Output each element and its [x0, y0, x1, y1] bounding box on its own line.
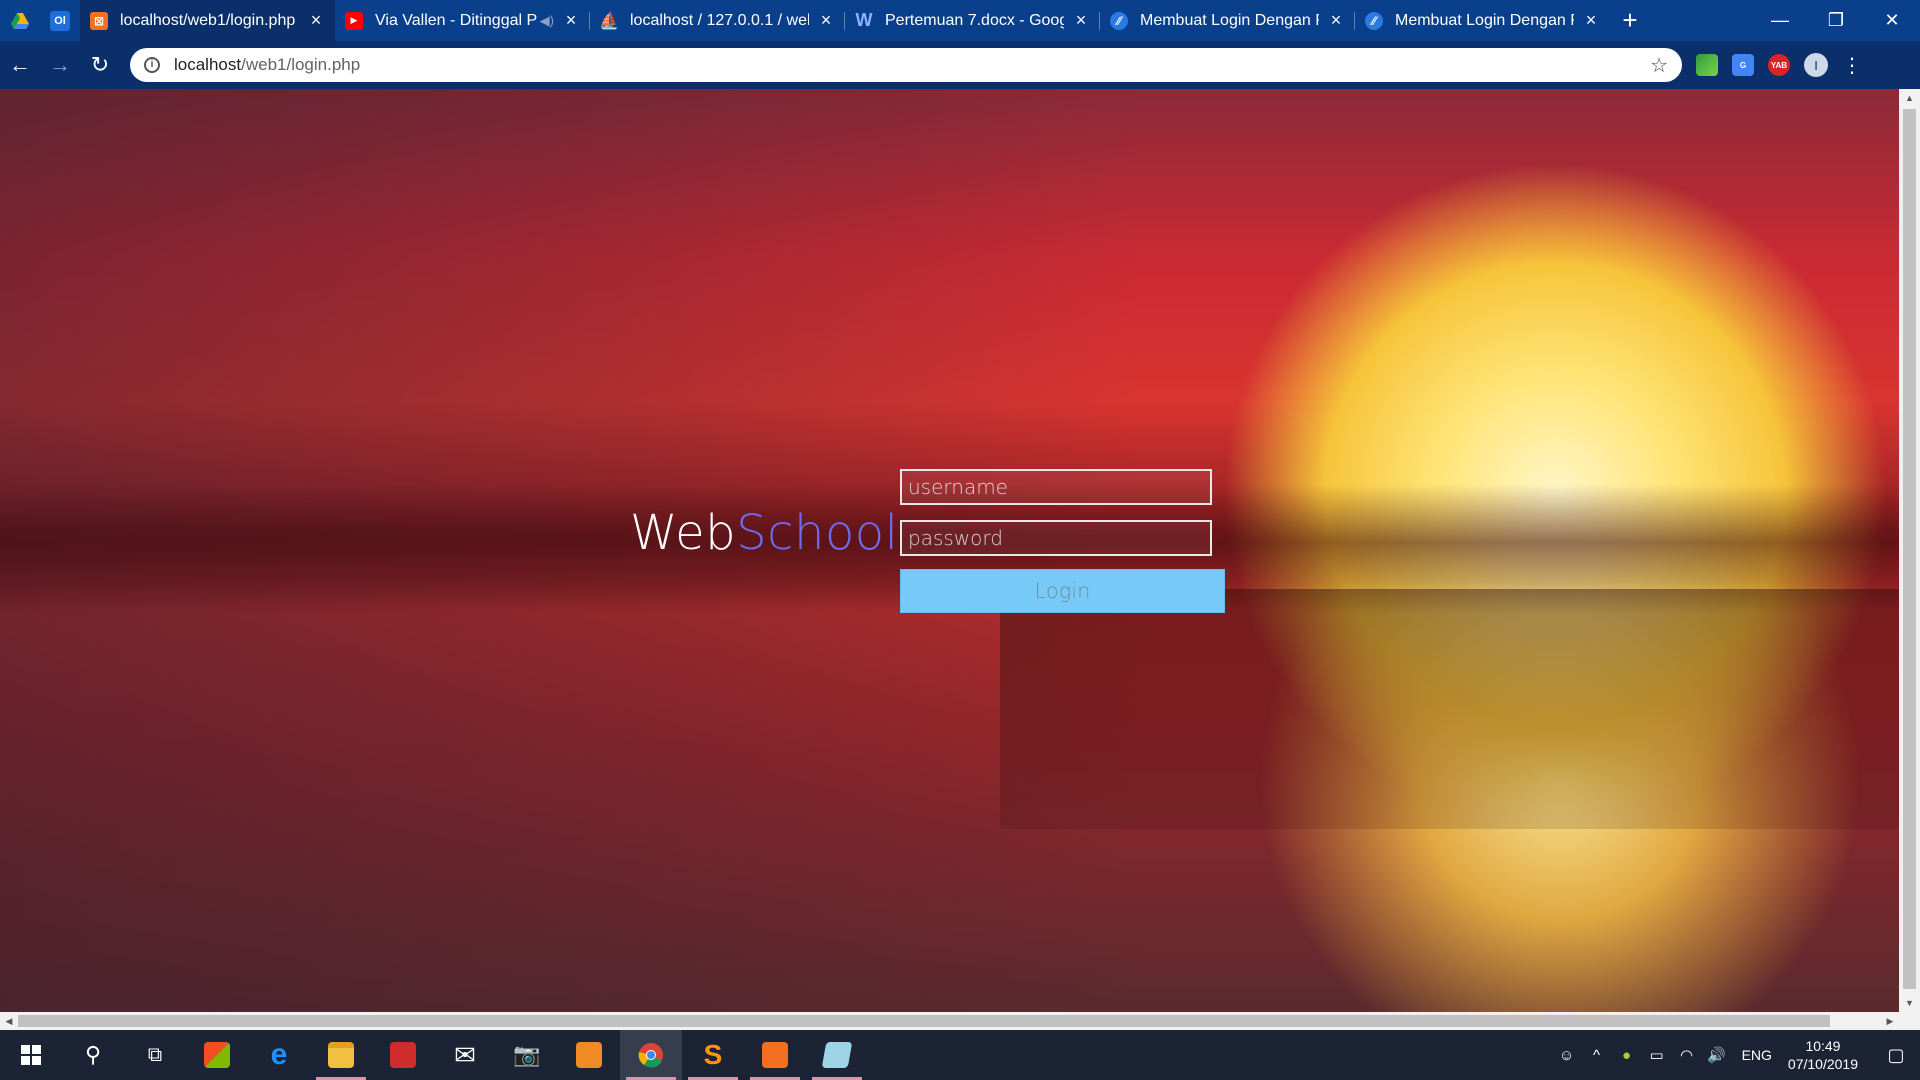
notepad-icon[interactable]: [806, 1030, 868, 1080]
restore-icon[interactable]: ❐: [1808, 0, 1864, 41]
vertical-scroll-thumb[interactable]: [1903, 109, 1916, 989]
clock-date: 07/10/2019: [1787, 1056, 1858, 1072]
vertical-scrollbar[interactable]: ▲ ▼: [1899, 89, 1920, 1012]
store-icon[interactable]: [186, 1030, 248, 1080]
horizontal-scroll-thumb[interactable]: [18, 1015, 1830, 1027]
system-tray: ☺ ^ ● ▭ ◠ 🔊 ENG 10:49 07/10/2019 ▢: [1552, 1030, 1920, 1080]
volume-icon[interactable]: 🔊: [1702, 1046, 1732, 1064]
tab-title: localhost/web1/login.php: [120, 11, 296, 29]
url-host: localhost: [174, 55, 242, 74]
tab-title: Pertemuan 7.docx - Googl: [885, 11, 1064, 29]
background-reflection: [1000, 589, 1899, 829]
address-url[interactable]: localhost/web1/login.php: [174, 55, 1650, 75]
media-player-icon[interactable]: [558, 1030, 620, 1080]
start-icon[interactable]: [0, 1030, 62, 1080]
tab-title: Via Vallen - Ditinggal P: [375, 11, 538, 29]
youtube-favicon-icon: ▶: [345, 11, 363, 30]
address-bar[interactable]: i localhost/web1/login.php ☆: [130, 48, 1682, 82]
windows-taskbar: ⚲ ⧉ e ✉ 📷 S ☺ ^ ● ▭ ◠ 🔊 ENG 10:49 07/10/…: [0, 1030, 1920, 1080]
file-explorer-icon[interactable]: [310, 1030, 372, 1080]
horizontal-scrollbar[interactable]: ◀ ▶: [0, 1012, 1899, 1030]
xampp-icon[interactable]: [744, 1030, 806, 1080]
people-icon[interactable]: ☺: [1552, 1047, 1582, 1064]
tab-title: localhost / 127.0.0.1 / web: [630, 11, 809, 29]
tab-login[interactable]: ⊠ localhost/web1/login.php ×: [80, 0, 335, 41]
browser-toolbar: ← → ↻ i localhost/web1/login.php ☆ G YAB…: [0, 41, 1920, 89]
clock-time: 10:49: [1805, 1038, 1841, 1054]
profile-avatar[interactable]: I: [1804, 53, 1828, 77]
word-favicon-icon: W: [855, 10, 873, 30]
show-hidden-icons-chevron-icon[interactable]: ^: [1582, 1047, 1612, 1064]
scroll-up-icon[interactable]: ▲: [1899, 89, 1920, 107]
tray-app-icon[interactable]: ●: [1612, 1047, 1642, 1064]
login-button[interactable]: Login: [900, 569, 1225, 613]
window-controls: — ❐ ✕: [1752, 0, 1920, 41]
close-tab-icon[interactable]: ×: [817, 10, 835, 31]
tab-article-1[interactable]: ⁄⁄ Membuat Login Dengan P ×: [1100, 0, 1355, 41]
username-input[interactable]: [900, 469, 1212, 505]
site-info-icon[interactable]: i: [144, 57, 160, 73]
extension-idm-icon[interactable]: [1696, 54, 1718, 76]
page-viewport: WebSchool Login: [0, 89, 1899, 1012]
url-path: /web1/login.php: [241, 55, 361, 74]
browser-menu-icon[interactable]: ⋮: [1842, 53, 1862, 78]
forward-arrow-icon[interactable]: →: [40, 45, 80, 85]
close-tab-icon[interactable]: ×: [307, 10, 325, 31]
phpmyadmin-favicon-icon: ⛵: [599, 12, 619, 30]
back-arrow-icon[interactable]: ←: [0, 45, 40, 85]
tab-title: Membuat Login Dengan P: [1395, 11, 1574, 29]
search-icon[interactable]: ⚲: [62, 1030, 124, 1080]
action-center-icon[interactable]: ▢: [1872, 1045, 1920, 1066]
brand-web: Web: [630, 505, 737, 561]
scroll-corner: [1899, 1012, 1920, 1030]
google-drive-icon: [11, 12, 29, 29]
blog-favicon-icon: ⁄⁄: [1365, 11, 1383, 30]
tab-youtube[interactable]: ▶ Via Vallen - Ditinggal P ◀) ×: [335, 0, 590, 41]
chrome-icon[interactable]: [620, 1030, 682, 1080]
reload-icon[interactable]: ↻: [80, 45, 120, 85]
wifi-icon[interactable]: ◠: [1672, 1046, 1702, 1064]
edge-icon[interactable]: e: [248, 1030, 310, 1080]
tab-strip: Ol ⊠ localhost/web1/login.php × ▶ Via Va…: [0, 0, 1920, 41]
tab-phpmyadmin[interactable]: ⛵ localhost / 127.0.0.1 / web ×: [590, 0, 845, 41]
tab-title: Membuat Login Dengan P: [1140, 11, 1319, 29]
minimize-icon[interactable]: —: [1752, 0, 1808, 41]
extension-translate-icon[interactable]: G: [1732, 54, 1754, 76]
outlook-icon: Ol: [50, 10, 70, 31]
new-tab-button[interactable]: +: [1610, 0, 1650, 41]
pinned-tab-google-drive[interactable]: [0, 0, 40, 41]
clock[interactable]: 10:49 07/10/2019: [1788, 1037, 1858, 1073]
camera-icon[interactable]: 📷: [496, 1030, 558, 1080]
tab-article-2[interactable]: ⁄⁄ Membuat Login Dengan P ×: [1355, 0, 1610, 41]
gift-icon[interactable]: [372, 1030, 434, 1080]
close-tab-icon[interactable]: ×: [1582, 10, 1600, 31]
bookmark-star-icon[interactable]: ☆: [1650, 53, 1668, 78]
sublime-text-icon[interactable]: S: [682, 1030, 744, 1080]
password-input[interactable]: [900, 520, 1212, 556]
close-tab-icon[interactable]: ×: [562, 10, 580, 31]
close-tab-icon[interactable]: ×: [1072, 10, 1090, 31]
task-view-icon[interactable]: ⧉: [124, 1030, 186, 1080]
pinned-tab-outlook[interactable]: Ol: [40, 0, 80, 41]
language-indicator[interactable]: ENG: [1742, 1047, 1772, 1063]
blog-favicon-icon: ⁄⁄: [1110, 11, 1128, 30]
windows-logo-icon: [21, 1045, 41, 1065]
scroll-right-icon[interactable]: ▶: [1881, 1012, 1899, 1030]
close-tab-icon[interactable]: ×: [1327, 10, 1345, 31]
extension-yab-icon[interactable]: YAB: [1768, 54, 1790, 76]
scroll-down-icon[interactable]: ▼: [1899, 994, 1920, 1012]
close-window-icon[interactable]: ✕: [1864, 0, 1920, 41]
xampp-favicon-icon: ⊠: [90, 11, 108, 30]
mail-icon[interactable]: ✉: [434, 1030, 496, 1080]
audio-playing-icon[interactable]: ◀): [540, 13, 554, 29]
chrome-logo-icon: [638, 1043, 663, 1068]
brand-school: School: [736, 505, 899, 561]
battery-icon[interactable]: ▭: [1642, 1046, 1672, 1064]
extensions-area: G YAB I ⋮: [1696, 53, 1862, 78]
scroll-left-icon[interactable]: ◀: [0, 1012, 18, 1030]
tab-google-docs[interactable]: W Pertemuan 7.docx - Googl ×: [845, 0, 1100, 41]
brand-logo: WebSchool: [630, 505, 899, 561]
